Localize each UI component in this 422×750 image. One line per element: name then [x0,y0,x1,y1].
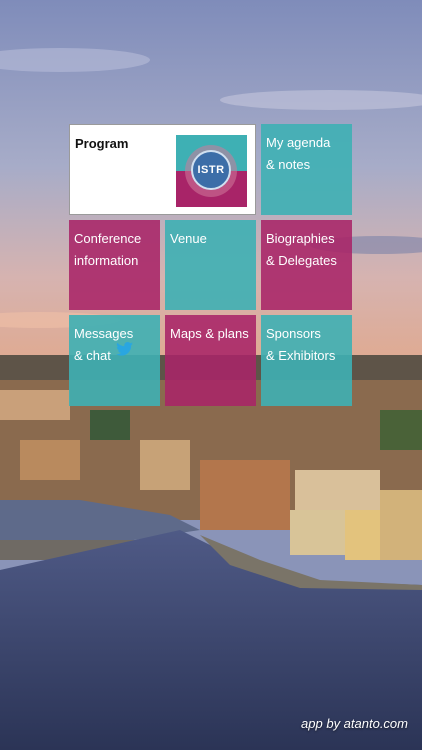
biographies-delegates-label: Biographies & Delegates [266,231,337,268]
biographies-delegates-tile[interactable]: Biographies & Delegates [261,220,352,310]
program-tile[interactable]: Program ISTR [69,124,256,215]
istr-logo: ISTR [176,135,247,207]
maps-plans-label: Maps & plans [170,326,249,341]
maps-plans-tile[interactable]: Maps & plans [165,315,256,406]
footer-credit: app by atanto.com [301,716,408,731]
twitter-icon [116,342,133,356]
venue-tile[interactable]: Venue [165,220,256,310]
messages-chat-label: Messages & chat [74,326,134,363]
conference-information-label: Conference information [74,231,142,268]
messages-chat-tile[interactable]: Messages & chat [69,315,160,406]
istr-logo-text: ISTR [197,164,225,176]
venue-label: Venue [170,231,207,246]
istr-logo-circle: ISTR [191,150,231,190]
conference-information-tile[interactable]: Conference information [69,220,160,310]
sponsors-exhibitors-label: Sponsors & Exhibitors [266,326,336,363]
sponsors-exhibitors-tile[interactable]: Sponsors & Exhibitors [261,315,352,406]
my-agenda-tile[interactable]: My agenda & notes [261,124,352,215]
my-agenda-label: My agenda & notes [266,135,331,172]
